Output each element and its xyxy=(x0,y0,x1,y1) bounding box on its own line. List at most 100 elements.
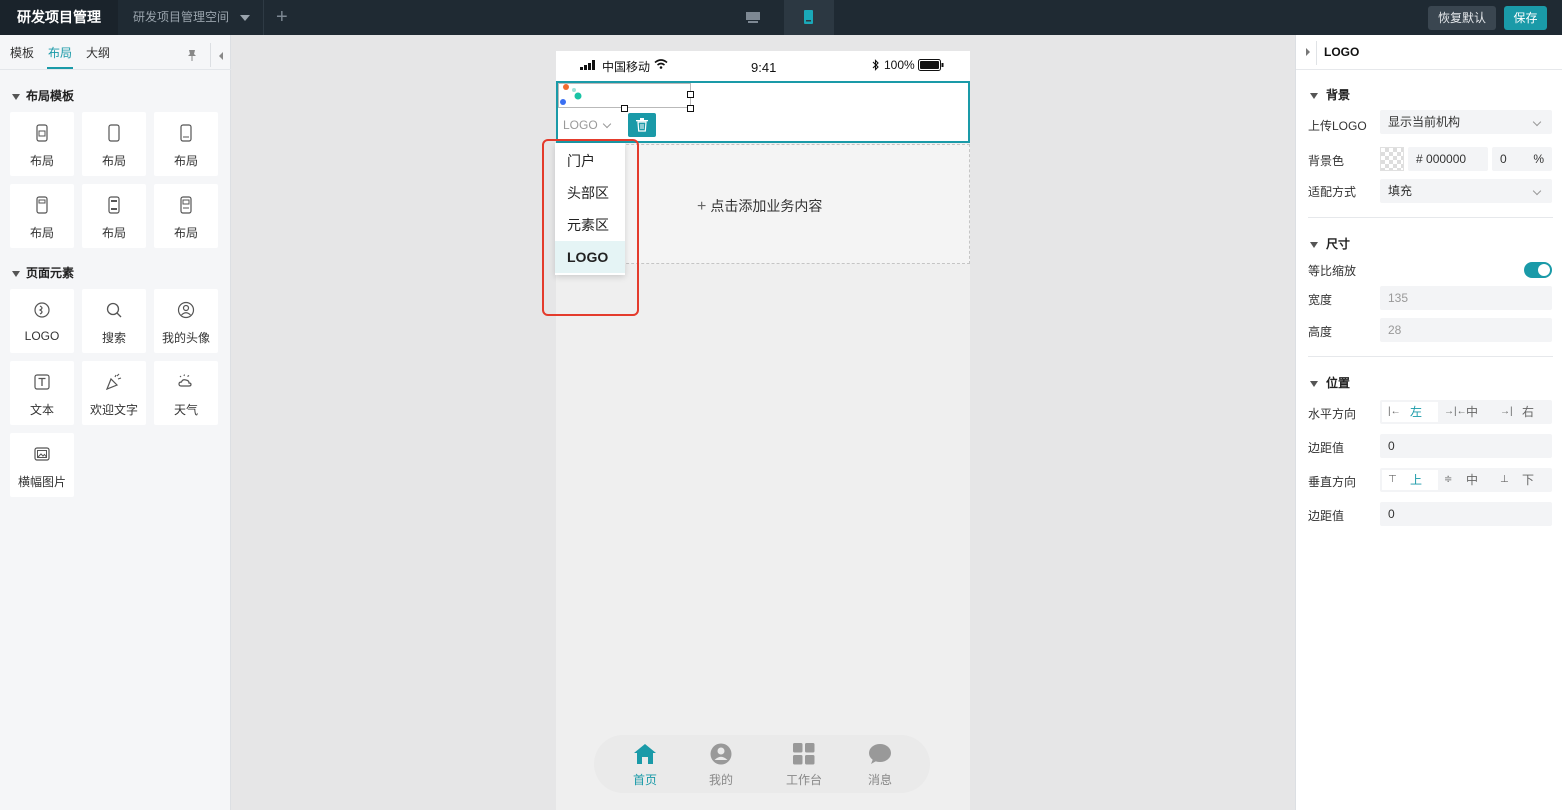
avatar-icon xyxy=(177,301,195,319)
collapse-left-icon[interactable] xyxy=(217,51,225,61)
layout-label: 布局 xyxy=(101,226,126,240)
layout-card-2[interactable]: 布局 xyxy=(82,112,146,176)
trash-icon xyxy=(636,118,648,132)
section-background[interactable]: 背景 xyxy=(1310,86,1350,103)
workspace-selector[interactable]: 研发项目管理空间 xyxy=(118,0,264,35)
option-label: 左 xyxy=(1410,405,1423,419)
bgcolor-opacity-input[interactable]: 0 % xyxy=(1492,147,1552,171)
pin-icon[interactable] xyxy=(185,48,199,62)
align-top-icon: ⊤ xyxy=(1388,474,1397,485)
add-content-label: 点击添加业务内容 xyxy=(710,198,823,214)
expand-right-icon[interactable] xyxy=(1304,47,1312,57)
height-input[interactable]: 28 xyxy=(1380,318,1552,342)
resize-handle[interactable] xyxy=(687,105,694,112)
header-area[interactable]: LOGO xyxy=(556,81,970,143)
layout-card-1[interactable]: 布局 xyxy=(10,112,74,176)
layout-card-6[interactable]: 布局 xyxy=(154,184,218,248)
section-divider xyxy=(1308,217,1553,218)
horizontal-align-group: |← 左 →|← 中 →| 右 xyxy=(1380,400,1552,424)
section-layout-templates[interactable]: 布局模板 xyxy=(12,87,74,104)
tab-mine[interactable]: 我的 xyxy=(691,735,751,793)
ratio-toggle[interactable] xyxy=(1524,262,1552,278)
desktop-preview-button[interactable] xyxy=(730,0,776,35)
tab-home[interactable]: 首页 xyxy=(615,735,675,793)
element-label: LOGO xyxy=(24,329,60,343)
v-margin-input[interactable]: 0 xyxy=(1380,502,1552,526)
element-card-welcome[interactable]: 欢迎文字 xyxy=(82,361,146,425)
element-label: 我的头像 xyxy=(161,331,210,345)
section-size[interactable]: 尺寸 xyxy=(1310,235,1350,252)
v-margin-label: 边距值 xyxy=(1308,509,1345,523)
tab-outline[interactable]: 大纲 xyxy=(86,44,110,61)
expand-icon xyxy=(1310,380,1318,387)
align-center-option[interactable]: →|← 中 xyxy=(1438,402,1494,422)
element-card-logo[interactable]: LOGO xyxy=(10,289,74,353)
save-button[interactable]: 保存 xyxy=(1504,6,1547,30)
tab-divider xyxy=(0,69,231,70)
phone-layout-icon xyxy=(36,196,48,214)
tab-layout[interactable]: 布局 xyxy=(48,44,72,61)
chevron-down-icon xyxy=(1532,186,1542,196)
ratio-label: 等比缩放 xyxy=(1308,264,1357,278)
phone-layout-icon xyxy=(180,196,192,214)
upload-logo-select[interactable]: 显示当前机构 xyxy=(1380,110,1552,134)
path-label: LOGO xyxy=(563,118,598,132)
expand-icon xyxy=(12,93,20,100)
section-page-elements[interactable]: 页面元素 xyxy=(12,264,74,281)
opacity-value: 0 xyxy=(1500,152,1507,166)
element-card-avatar[interactable]: 我的头像 xyxy=(154,289,218,353)
restore-default-button[interactable]: 恢复默认 xyxy=(1428,6,1496,30)
h-margin-input[interactable]: 0 xyxy=(1380,434,1552,458)
resize-handle[interactable] xyxy=(621,105,628,112)
tab-label: 我的 xyxy=(708,773,733,787)
search-icon xyxy=(106,302,122,318)
tab-template[interactable]: 模板 xyxy=(10,44,34,61)
section-position[interactable]: 位置 xyxy=(1310,374,1350,391)
phone-layout-icon xyxy=(180,124,192,142)
divider xyxy=(210,43,211,67)
align-bottom-option[interactable]: ⊥ 下 xyxy=(1494,470,1550,490)
color-swatch[interactable] xyxy=(1380,147,1404,171)
align-right-option[interactable]: →| 右 xyxy=(1494,402,1550,422)
hex-value: 000000 xyxy=(1426,152,1467,166)
align-left-option[interactable]: |← 左 xyxy=(1382,402,1438,422)
element-card-text[interactable]: 文本 xyxy=(10,361,74,425)
title-divider xyxy=(1296,69,1562,70)
element-label: 文本 xyxy=(29,403,54,417)
element-card-weather[interactable]: 天气 xyxy=(154,361,218,425)
tab-workbench[interactable]: 工作台 xyxy=(774,735,834,793)
tab-messages[interactable]: 消息 xyxy=(850,735,910,793)
workspace-name: 研发项目管理空间 xyxy=(133,10,230,24)
option-label: 中 xyxy=(1466,473,1479,487)
component-path-selector[interactable]: LOGO xyxy=(558,113,620,137)
text-icon xyxy=(34,374,50,390)
layout-card-4[interactable]: 布局 xyxy=(10,184,74,248)
caret-down-icon xyxy=(240,15,250,21)
hash-prefix: # xyxy=(1416,152,1423,166)
battery-percent: 100% xyxy=(884,58,915,72)
fit-mode-select[interactable]: 填充 xyxy=(1380,179,1552,203)
plus-icon: + xyxy=(697,198,707,215)
resize-handle[interactable] xyxy=(687,91,694,98)
chevron-down-icon xyxy=(602,119,612,129)
layout-label: 布局 xyxy=(29,154,54,168)
layout-card-3[interactable]: 布局 xyxy=(154,112,218,176)
align-bottom-icon: ⊥ xyxy=(1500,474,1509,485)
align-middle-option[interactable]: ≑ 中 xyxy=(1438,470,1494,490)
add-content-button[interactable]: + 点击添加业务内容 xyxy=(697,196,822,216)
add-tab-button[interactable]: + xyxy=(276,6,288,28)
layout-card-5[interactable]: 布局 xyxy=(82,184,146,248)
element-card-banner[interactable]: 横幅图片 xyxy=(10,433,74,497)
delete-button[interactable] xyxy=(628,113,656,137)
width-input[interactable]: 135 xyxy=(1380,286,1552,310)
tab-label: 首页 xyxy=(632,773,657,787)
mobile-preview-button[interactable] xyxy=(784,0,834,35)
align-top-option[interactable]: ⊤ 上 xyxy=(1382,470,1438,490)
element-label: 搜索 xyxy=(101,331,126,345)
phone-layout-icon xyxy=(108,196,120,214)
option-label: 右 xyxy=(1522,405,1535,419)
bgcolor-hex-input[interactable]: # 000000 xyxy=(1408,147,1488,171)
element-card-search[interactable]: 搜索 xyxy=(82,289,146,353)
select-value: 填充 xyxy=(1388,184,1413,198)
properties-panel: LOGO 背景 上传LOGO 显示当前机构 背景色 # 000000 0 % 适… xyxy=(1295,35,1562,810)
